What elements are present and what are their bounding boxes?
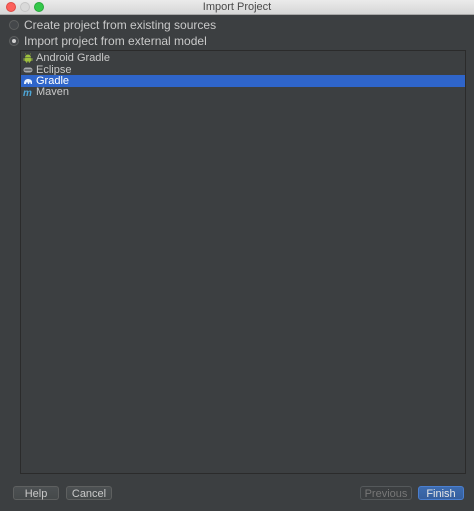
finish-button[interactable]: Finish <box>418 486 464 500</box>
radio-create-from-sources[interactable] <box>9 20 19 30</box>
option-label: Create project from existing sources <box>24 18 217 32</box>
list-item-maven[interactable]: m Maven <box>21 86 465 98</box>
list-item-label: Android Gradle <box>36 52 110 64</box>
option-label: Import project from external model <box>24 34 207 48</box>
radio-import-external-model[interactable] <box>9 36 19 46</box>
eclipse-icon <box>23 67 33 73</box>
external-model-list[interactable]: Android Gradle Eclipse Gradle m Maven <box>20 50 466 474</box>
option-import-external-model[interactable]: Import project from external model <box>9 34 207 48</box>
help-button[interactable]: Help <box>13 486 59 500</box>
gradle-icon <box>24 79 32 84</box>
list-item-android-gradle[interactable]: Android Gradle <box>21 52 465 64</box>
android-icon <box>23 53 33 63</box>
previous-button[interactable]: Previous <box>360 486 412 500</box>
cancel-button[interactable]: Cancel <box>66 486 112 500</box>
maven-icon: m <box>23 88 32 97</box>
window-title: Import Project <box>202 1 272 13</box>
option-create-from-sources[interactable]: Create project from existing sources <box>9 18 216 32</box>
svg-text:m: m <box>23 88 32 97</box>
title-bar: Import Project <box>0 0 474 15</box>
list-item-label: Maven <box>36 86 70 98</box>
